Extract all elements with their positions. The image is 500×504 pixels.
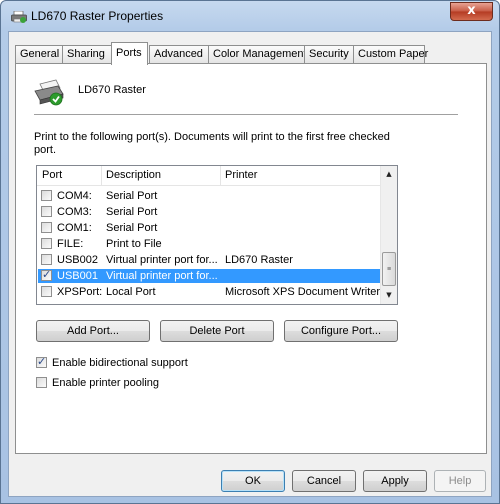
column-description[interactable]: Description — [106, 169, 161, 181]
column-printer[interactable]: Printer — [225, 169, 257, 181]
grip-icon: ≡ — [387, 266, 392, 273]
column-divider[interactable] — [220, 166, 221, 186]
port-checkbox[interactable] — [41, 286, 52, 297]
port-checkbox[interactable] — [41, 254, 52, 265]
printer-name: LD670 Raster — [78, 84, 146, 96]
checkmark-icon: ✓ — [42, 269, 52, 281]
table-row[interactable]: COM3: Serial Port — [38, 205, 381, 219]
bidirectional-checkbox[interactable]: ✓ — [36, 356, 47, 368]
cancel-button[interactable]: Cancel — [292, 470, 356, 492]
help-button[interactable]: Help — [434, 470, 486, 492]
port-checkbox[interactable]: ✓ — [41, 269, 52, 281]
scroll-thumb[interactable]: ≡ — [382, 252, 396, 286]
printer-icon — [11, 11, 27, 23]
configure-port-button[interactable]: Configure Port... — [284, 320, 398, 342]
ports-panel: LD670 Raster Print to the following port… — [15, 63, 487, 454]
properties-window: LD670 Raster Properties x General Sharin… — [0, 0, 500, 504]
pooling-label: Enable printer pooling — [52, 377, 160, 389]
delete-port-button[interactable]: Delete Port — [160, 320, 274, 342]
tab-color-management[interactable]: Color Management — [208, 45, 307, 64]
dialog-client: General Sharing Ports Advanced Color Man… — [8, 31, 492, 497]
port-cell: COM3: — [57, 206, 92, 218]
port-cell: COM1: — [57, 222, 92, 234]
port-cell: USB001 — [57, 270, 98, 282]
tab-general[interactable]: General — [15, 45, 63, 64]
port-cell: COM4: — [57, 190, 92, 202]
tab-security[interactable]: Security — [304, 45, 354, 64]
pooling-checkbox[interactable] — [36, 377, 47, 388]
table-row[interactable]: USB002 Virtual printer port for... LD670… — [38, 253, 381, 267]
tab-sharing[interactable]: Sharing — [62, 45, 112, 64]
description-cell: Print to File — [106, 238, 162, 250]
separator — [34, 114, 458, 115]
printer-cell: LD670 Raster — [225, 254, 293, 266]
port-cell: FILE: — [57, 238, 84, 250]
window-title: LD670 Raster Properties — [31, 9, 164, 23]
table-row[interactable]: COM4: Serial Port — [38, 189, 381, 203]
table-row[interactable]: COM1: Serial Port — [38, 221, 381, 235]
table-row-selected[interactable]: ✓ USB001 Virtual printer port for... — [38, 269, 381, 283]
scroll-down-icon[interactable]: ▼ — [381, 287, 397, 303]
port-cell: XPSPort: — [57, 286, 103, 298]
port-list-header: Port Description Printer — [37, 166, 382, 186]
printer-icon — [34, 79, 64, 106]
port-checkbox[interactable] — [41, 238, 52, 249]
description-cell: Serial Port — [106, 206, 158, 218]
port-list-scrollbar[interactable]: ▲ ≡ ▼ — [380, 166, 397, 304]
port-cell: USB002 — [57, 254, 98, 266]
table-row[interactable]: FILE: Print to File — [38, 237, 381, 251]
tab-advanced[interactable]: Advanced — [149, 45, 209, 64]
description-cell: Virtual printer port for... — [106, 254, 218, 266]
description-cell: Local Port — [106, 286, 156, 298]
printer-cell: Microsoft XPS Document Writer — [225, 286, 381, 298]
description-cell: Serial Port — [106, 222, 158, 234]
pooling-option[interactable]: Enable printer pooling — [36, 376, 256, 390]
description-cell: Serial Port — [106, 190, 158, 202]
description-cell: Virtual printer port for... — [106, 270, 218, 282]
apply-button[interactable]: Apply — [363, 470, 427, 492]
checkmark-icon: ✓ — [37, 356, 47, 368]
column-port[interactable]: Port — [42, 169, 62, 181]
port-list[interactable]: Port Description Printer COM4: Serial Po… — [36, 165, 398, 305]
port-checkbox[interactable] — [41, 206, 52, 217]
port-checkbox[interactable] — [41, 222, 52, 233]
bidirectional-option[interactable]: ✓ Enable bidirectional support — [36, 356, 256, 370]
add-port-button[interactable]: Add Port... — [36, 320, 150, 342]
close-icon: x — [467, 3, 476, 18]
instruction-text: Print to the following port(s). Document… — [34, 131, 390, 156]
close-button[interactable]: x — [450, 2, 493, 21]
tab-custom-paper[interactable]: Custom Paper — [353, 45, 428, 64]
port-checkbox[interactable] — [41, 190, 52, 201]
ok-button[interactable]: OK — [221, 470, 285, 492]
bidirectional-label: Enable bidirectional support — [52, 357, 188, 369]
column-divider[interactable] — [101, 166, 102, 186]
scroll-up-icon[interactable]: ▲ — [381, 166, 397, 182]
table-row[interactable]: XPSPort: Local Port Microsoft XPS Docume… — [38, 285, 381, 299]
tab-ports[interactable]: Ports — [111, 42, 148, 65]
title-bar[interactable]: LD670 Raster Properties x — [1, 1, 499, 31]
